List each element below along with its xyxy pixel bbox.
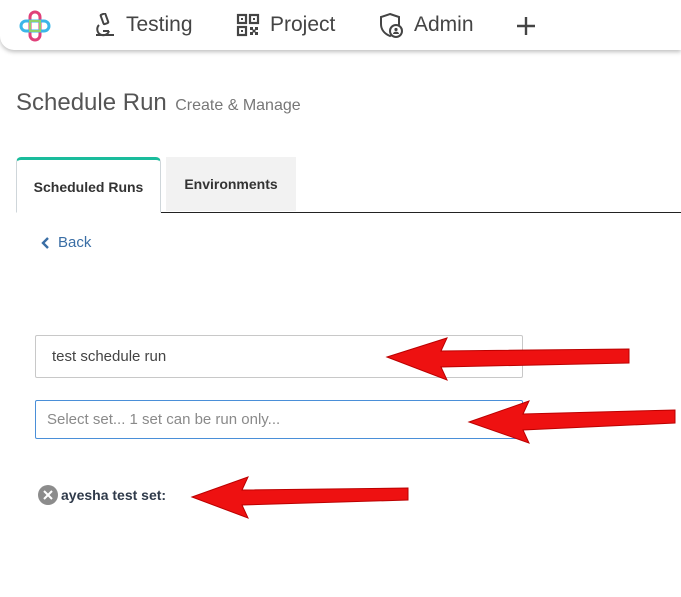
nav-item-label: Project: [270, 13, 336, 36]
selected-set-tag: ayesha test set:: [37, 484, 166, 506]
annotation-arrow-2: [467, 400, 676, 444]
plus-icon: [517, 17, 535, 35]
selected-set-label: ayesha test set:: [61, 487, 167, 503]
set-select-input[interactable]: Select set... 1 set can be run only...: [35, 400, 523, 439]
remove-set-icon[interactable]: [37, 484, 59, 506]
nav-item-project[interactable]: Project: [236, 8, 335, 42]
schedule-name-value: test schedule run: [52, 348, 167, 365]
page-title: Schedule Run Create & Manage: [16, 89, 301, 117]
annotation-arrow-1: [385, 337, 630, 381]
nav-item-label: Testing: [126, 13, 193, 36]
chevron-left-icon: [41, 236, 49, 249]
tab-label: Environments: [184, 176, 278, 192]
page-title-subtitle: Create & Manage: [175, 97, 301, 114]
tab-environments[interactable]: Environments: [166, 157, 296, 211]
nav-item-admin[interactable]: Admin: [378, 8, 474, 42]
set-select-placeholder: Select set... 1 set can be run only...: [47, 411, 281, 428]
top-navbar: Testing Project Admin: [0, 0, 681, 50]
add-button[interactable]: [515, 9, 547, 43]
back-label: Back: [58, 234, 92, 251]
tab-label: Scheduled Runs: [33, 179, 144, 195]
back-link[interactable]: Back: [40, 234, 91, 251]
nav-item-label: Admin: [414, 13, 474, 36]
qr-code-icon: [236, 13, 260, 37]
page-title-main: Schedule Run: [16, 89, 167, 116]
annotation-arrow-3: [190, 476, 409, 519]
shield-user-icon: [380, 12, 403, 38]
app-logo-icon[interactable]: [18, 9, 52, 43]
tab-scheduled-runs[interactable]: Scheduled Runs: [16, 157, 161, 213]
microscope-icon: [96, 13, 114, 37]
nav-item-testing[interactable]: Testing: [94, 8, 193, 42]
